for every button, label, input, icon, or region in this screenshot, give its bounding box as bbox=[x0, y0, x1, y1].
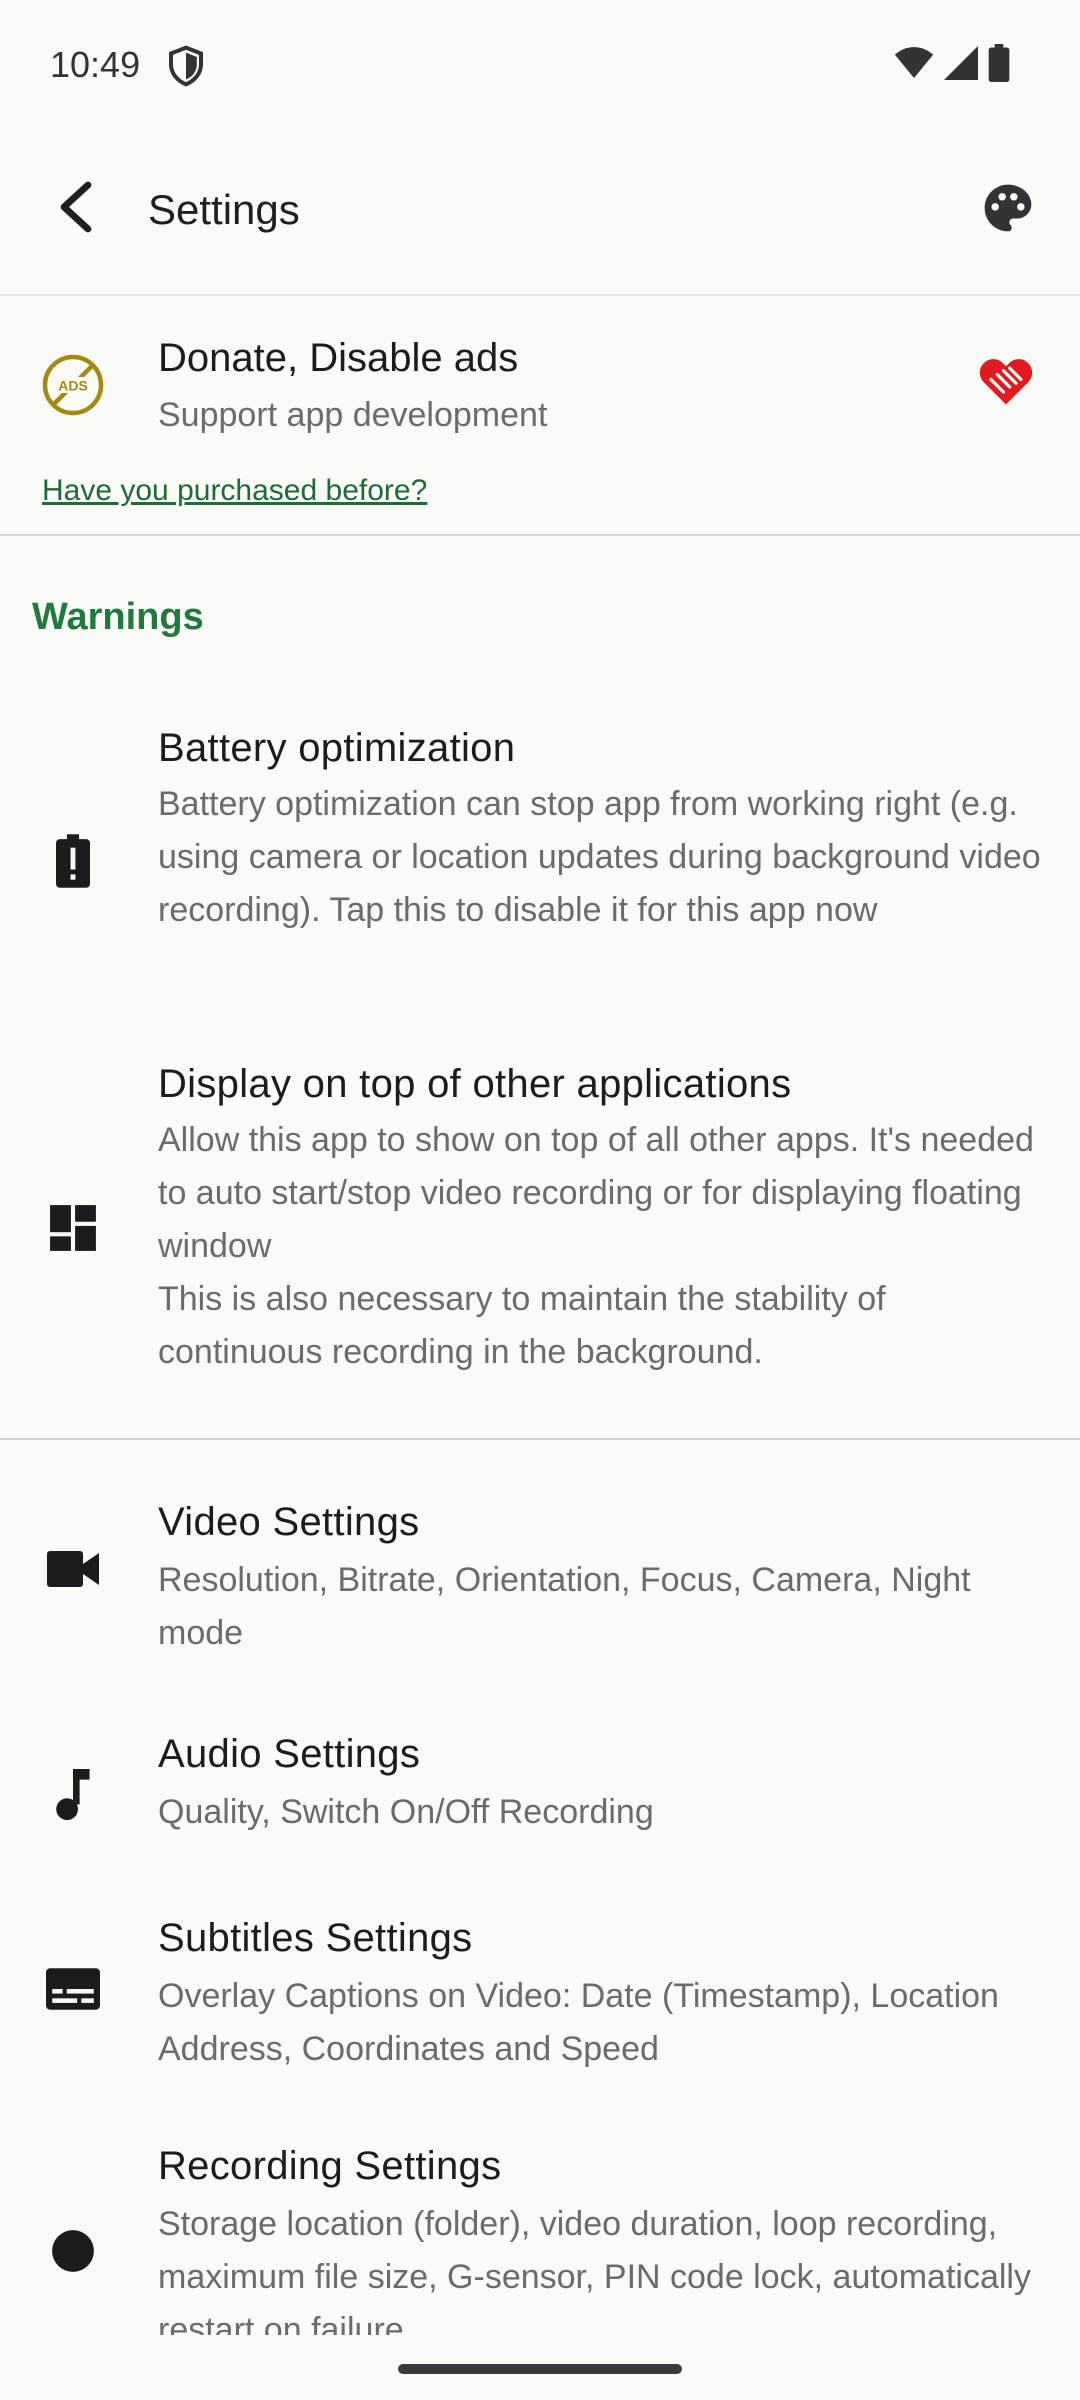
subtitles-settings-title: Subtitles Settings bbox=[158, 1916, 473, 1960]
battery-optimization-item[interactable]: Battery optimization Battery optimizatio… bbox=[0, 700, 1080, 1000]
donate-title: Donate, Disable ads bbox=[158, 336, 519, 380]
video-settings-item[interactable]: Video Settings Resolution, Bitrate, Orie… bbox=[0, 1480, 1080, 1680]
battery-optimization-subtitle: Battery optimization can stop app from w… bbox=[158, 785, 1041, 929]
settings-list[interactable]: ADS Donate, Disable ads Support app deve… bbox=[0, 0, 1080, 2335]
subtitles-icon bbox=[40, 1956, 106, 2022]
dashboard-icon bbox=[40, 1195, 106, 1261]
gesture-nav-handle[interactable] bbox=[398, 2364, 682, 2374]
heart-handshake-icon bbox=[976, 352, 1036, 412]
no-ads-icon: ADS bbox=[40, 352, 106, 418]
recording-settings-subtitle: Storage location (folder), video duratio… bbox=[158, 2205, 1031, 2335]
donate-item[interactable]: ADS Donate, Disable ads Support app deve… bbox=[0, 296, 1080, 536]
audio-settings-subtitle: Quality, Switch On/Off Recording bbox=[158, 1793, 654, 1831]
video-settings-subtitle: Resolution, Bitrate, Orientation, Focus,… bbox=[158, 1561, 971, 1652]
ads-badge-text: ADS bbox=[58, 378, 88, 394]
donate-subtitle: Support app development bbox=[158, 396, 548, 434]
subtitles-settings-subtitle: Overlay Captions on Video: Date (Timesta… bbox=[158, 1977, 999, 2068]
purchased-before-link[interactable]: Have you purchased before? bbox=[42, 474, 427, 508]
audio-settings-title: Audio Settings bbox=[158, 1732, 421, 1776]
recording-settings-title: Recording Settings bbox=[158, 2144, 502, 2188]
settings-screen: 10:49 Settings ADS Donate, Disable ads S… bbox=[0, 0, 1080, 2400]
videocam-icon bbox=[40, 1536, 106, 1602]
display-over-apps-title: Display on top of other applications bbox=[158, 1062, 792, 1106]
subtitles-settings-item[interactable]: Subtitles Settings Overlay Captions on V… bbox=[0, 1892, 1080, 2102]
recording-settings-item[interactable]: Recording Settings Storage location (fol… bbox=[0, 2126, 1080, 2335]
battery-alert-icon bbox=[40, 828, 106, 894]
battery-optimization-title: Battery optimization bbox=[158, 726, 516, 770]
record-dot-icon bbox=[40, 2218, 106, 2284]
video-settings-title: Video Settings bbox=[158, 1500, 420, 1544]
display-over-apps-subtitle: Allow this app to show on top of all oth… bbox=[158, 1121, 1034, 1371]
warnings-header: Warnings bbox=[32, 596, 204, 638]
music-note-icon bbox=[40, 1762, 106, 1828]
section-divider bbox=[0, 1438, 1080, 1440]
audio-settings-item[interactable]: Audio Settings Quality, Switch On/Off Re… bbox=[0, 1712, 1080, 1862]
display-over-apps-item[interactable]: Display on top of other applications All… bbox=[0, 1040, 1080, 1420]
